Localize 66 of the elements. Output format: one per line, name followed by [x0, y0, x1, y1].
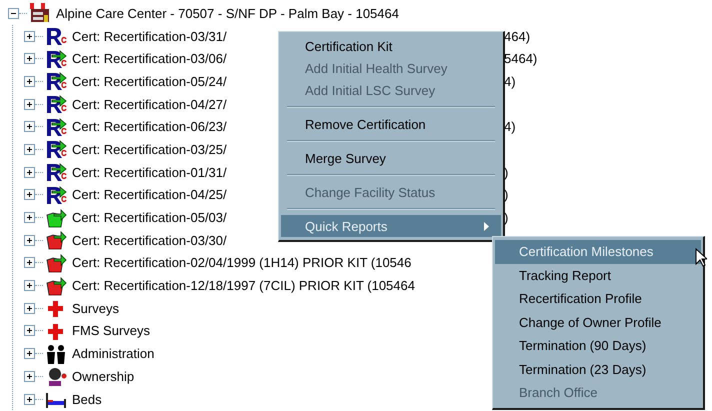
- tree-item-label[interactable]: Administration: [72, 346, 154, 362]
- letter-r-arrow-icon: [44, 48, 68, 69]
- expand-toggle[interactable]: [24, 370, 35, 382]
- tree-item-label: 4): [504, 74, 516, 89]
- expand-toggle[interactable]: [24, 30, 35, 42]
- expand-toggle[interactable]: [24, 325, 35, 336]
- tree-item-label: 464): [504, 28, 530, 44]
- tree-item-label: 5464): [504, 51, 538, 66]
- submenu-arrow-icon: [484, 222, 489, 230]
- tree-item-label[interactable]: Cert: Recertification-02/04/1999 (1H14) PRIOR KIT (10546: [72, 255, 412, 270]
- folder-arrow-icon: [44, 252, 68, 273]
- collapse-toggle[interactable]: [8, 8, 19, 19]
- menu-item[interactable]: Certification Milestones: [495, 240, 701, 264]
- letter-r-arrow-icon: [44, 116, 68, 137]
- cursor-icon: [695, 248, 707, 267]
- letter-r-arrow-icon: [44, 162, 68, 182]
- tree-item-label[interactable]: Alpine Care Center - 70507 - S/NF DP - Palm Bay - 105464: [56, 6, 399, 21]
- expand-toggle[interactable]: [24, 98, 35, 110]
- letter-r-arrow-icon: [44, 71, 68, 92]
- tree-item-label[interactable]: Ownership: [72, 368, 134, 384]
- letter-r-arrow-icon: [44, 184, 68, 205]
- expand-toggle[interactable]: [24, 348, 35, 360]
- tree-item-label[interactable]: Cert: Recertification-04/27/: [72, 96, 227, 112]
- menu-item[interactable]: Tracking Report: [495, 264, 701, 287]
- letter-r-icon: [44, 26, 68, 46]
- tree-item-label[interactable]: Cert: Recertification-12/18/1997 (7CIL) PRIOR KIT (105464: [72, 278, 415, 294]
- tree-item-label[interactable]: Cert: Recertification-04/25/: [72, 187, 227, 202]
- folder-arrow-icon: [44, 230, 68, 250]
- expand-toggle[interactable]: [24, 234, 35, 246]
- expand-toggle[interactable]: [24, 53, 35, 64]
- letter-r-arrow-icon: [44, 139, 68, 160]
- tree-item-label[interactable]: Cert: Recertification-03/06/: [72, 51, 227, 66]
- tree-item-label[interactable]: Cert: Recertification-03/25/: [72, 142, 227, 157]
- building-icon: [28, 3, 52, 24]
- menu-item[interactable]: Quick Reports: [281, 215, 501, 237]
- tree-item-label[interactable]: Cert: Recertification-03/31/: [72, 28, 227, 44]
- tree-item-label[interactable]: Cert: Recertification-01/31/: [72, 164, 227, 180]
- tree-item-label[interactable]: Cert: Recertification-03/30/: [72, 232, 227, 248]
- tree-item-label: 4): [504, 119, 516, 134]
- menu-item[interactable]: Termination (90 Days): [495, 334, 701, 358]
- expand-toggle[interactable]: [24, 144, 35, 155]
- folder-arrow-icon: [44, 276, 68, 296]
- expand-toggle[interactable]: [24, 280, 35, 292]
- expand-toggle[interactable]: [24, 121, 35, 132]
- menu-item[interactable]: Change of Owner Profile: [495, 310, 701, 334]
- expand-toggle[interactable]: [24, 76, 35, 87]
- expand-toggle[interactable]: [24, 166, 35, 178]
- menu-item[interactable]: Remove Certification: [281, 113, 501, 135]
- tree-item-label[interactable]: Beds: [72, 392, 102, 407]
- folder-arrow-icon: [44, 208, 68, 228]
- menu-item[interactable]: Termination (23 Days): [495, 358, 701, 381]
- menu-item[interactable]: Merge Survey: [281, 147, 501, 169]
- menu-item[interactable]: Recertification Profile: [495, 287, 701, 310]
- expand-toggle[interactable]: [24, 189, 35, 200]
- tree-item-label[interactable]: Surveys: [72, 300, 119, 316]
- tree-item-label[interactable]: Cert: Recertification-06/23/: [72, 119, 227, 134]
- expand-toggle[interactable]: [24, 257, 35, 268]
- people-icon: [44, 344, 68, 364]
- menu-item[interactable]: Certification Kit: [281, 35, 501, 57]
- tree-item-label[interactable]: Cert: Recertification-05/24/: [72, 74, 227, 89]
- tree-item-label[interactable]: FMS Surveys: [72, 323, 150, 338]
- letter-r-arrow-icon: [44, 94, 68, 114]
- expand-toggle[interactable]: [24, 302, 35, 314]
- tree-item-label[interactable]: Cert: Recertification-05/03/: [72, 210, 227, 226]
- expand-toggle[interactable]: [24, 212, 35, 224]
- expand-toggle[interactable]: [24, 394, 35, 405]
